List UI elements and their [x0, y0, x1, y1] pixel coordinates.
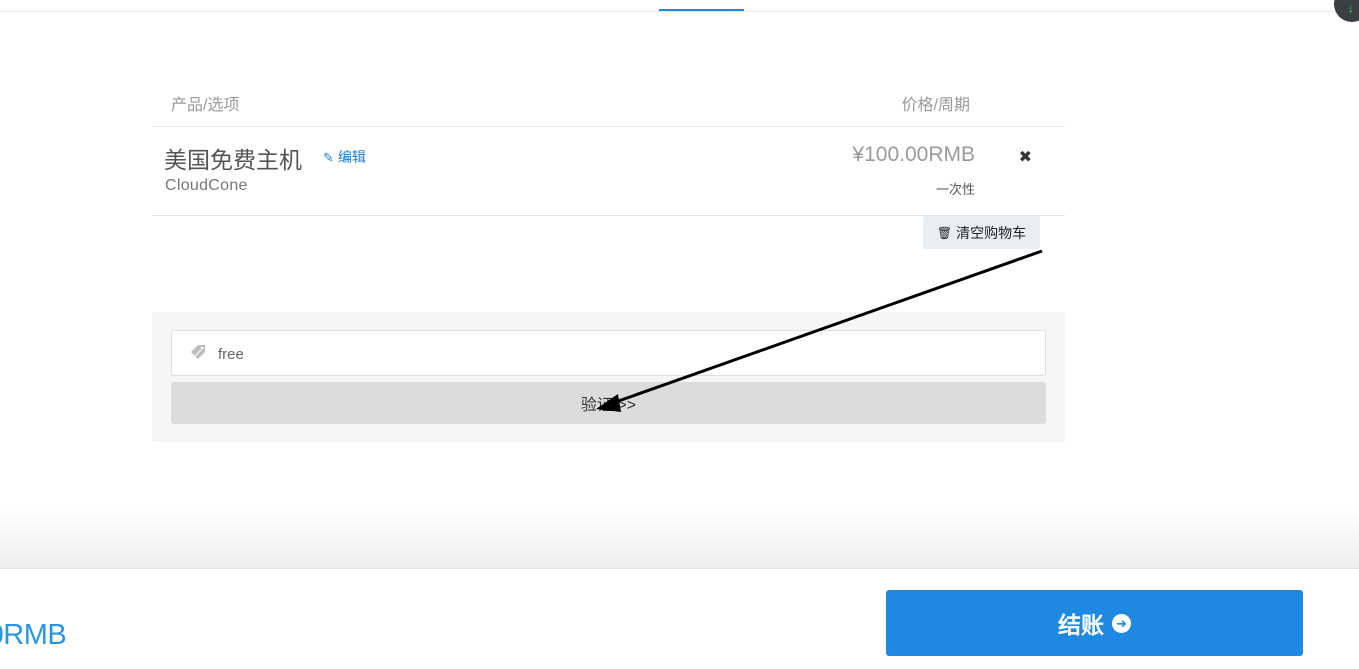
download-badge[interactable]: ↓	[1334, 0, 1359, 22]
pencil-icon: ✎	[323, 150, 334, 165]
arrow-circle-right-icon: ➜	[1112, 613, 1131, 633]
product-name: 美国免费主机	[164, 147, 302, 173]
edit-label: 编辑	[337, 149, 366, 165]
remove-item-button[interactable]: ✖	[1019, 147, 1032, 167]
download-icon: ↓	[1348, 1, 1354, 15]
promo-panel: 验证 >>	[152, 312, 1065, 442]
empty-cart-label: 清空购物车	[956, 224, 1027, 241]
active-tab-indicator	[659, 9, 744, 11]
validate-code-button[interactable]: 验证 >>	[171, 382, 1046, 424]
header-product-options: 产品/选项	[171, 97, 240, 114]
checkout-bar: 00RMB 结账 ➜	[0, 568, 1359, 669]
trash-icon: 🗑	[936, 225, 953, 240]
product-group: CloudCone	[165, 177, 248, 194]
tag-icon	[191, 345, 205, 359]
cart-item-row: 美国免费主机 ✎ 编辑 CloudCone ¥100.00RMB 一次性 ✖	[152, 127, 1065, 216]
billing-cycle: 一次性	[935, 182, 975, 197]
page: ↓ 产品/选项 价格/周期 美国免费主机 ✎ 编辑 CloudCone ¥100.…	[0, 0, 1359, 669]
promo-code-input[interactable]	[216, 341, 1020, 367]
order-total: 00RMB	[0, 619, 67, 651]
edit-link[interactable]: ✎ 编辑	[323, 147, 366, 167]
close-icon: ✖	[1018, 149, 1032, 166]
product-price: ¥100.00RMB	[852, 143, 975, 166]
cart-header: 产品/选项 价格/周期	[152, 80, 1065, 127]
header-price-cycle: 价格/周期	[901, 97, 970, 114]
checkout-label: 结账	[1058, 612, 1104, 638]
footer-shadow	[0, 508, 1359, 568]
top-divider	[0, 11, 1359, 12]
checkout-button[interactable]: 结账 ➜	[886, 590, 1303, 656]
empty-cart-button[interactable]: 🗑 清空购物车	[923, 216, 1040, 249]
cart-table: 产品/选项 价格/周期 美国免费主机 ✎ 编辑 CloudCone ¥100.00…	[152, 80, 1065, 216]
promo-code-field[interactable]	[171, 330, 1046, 376]
